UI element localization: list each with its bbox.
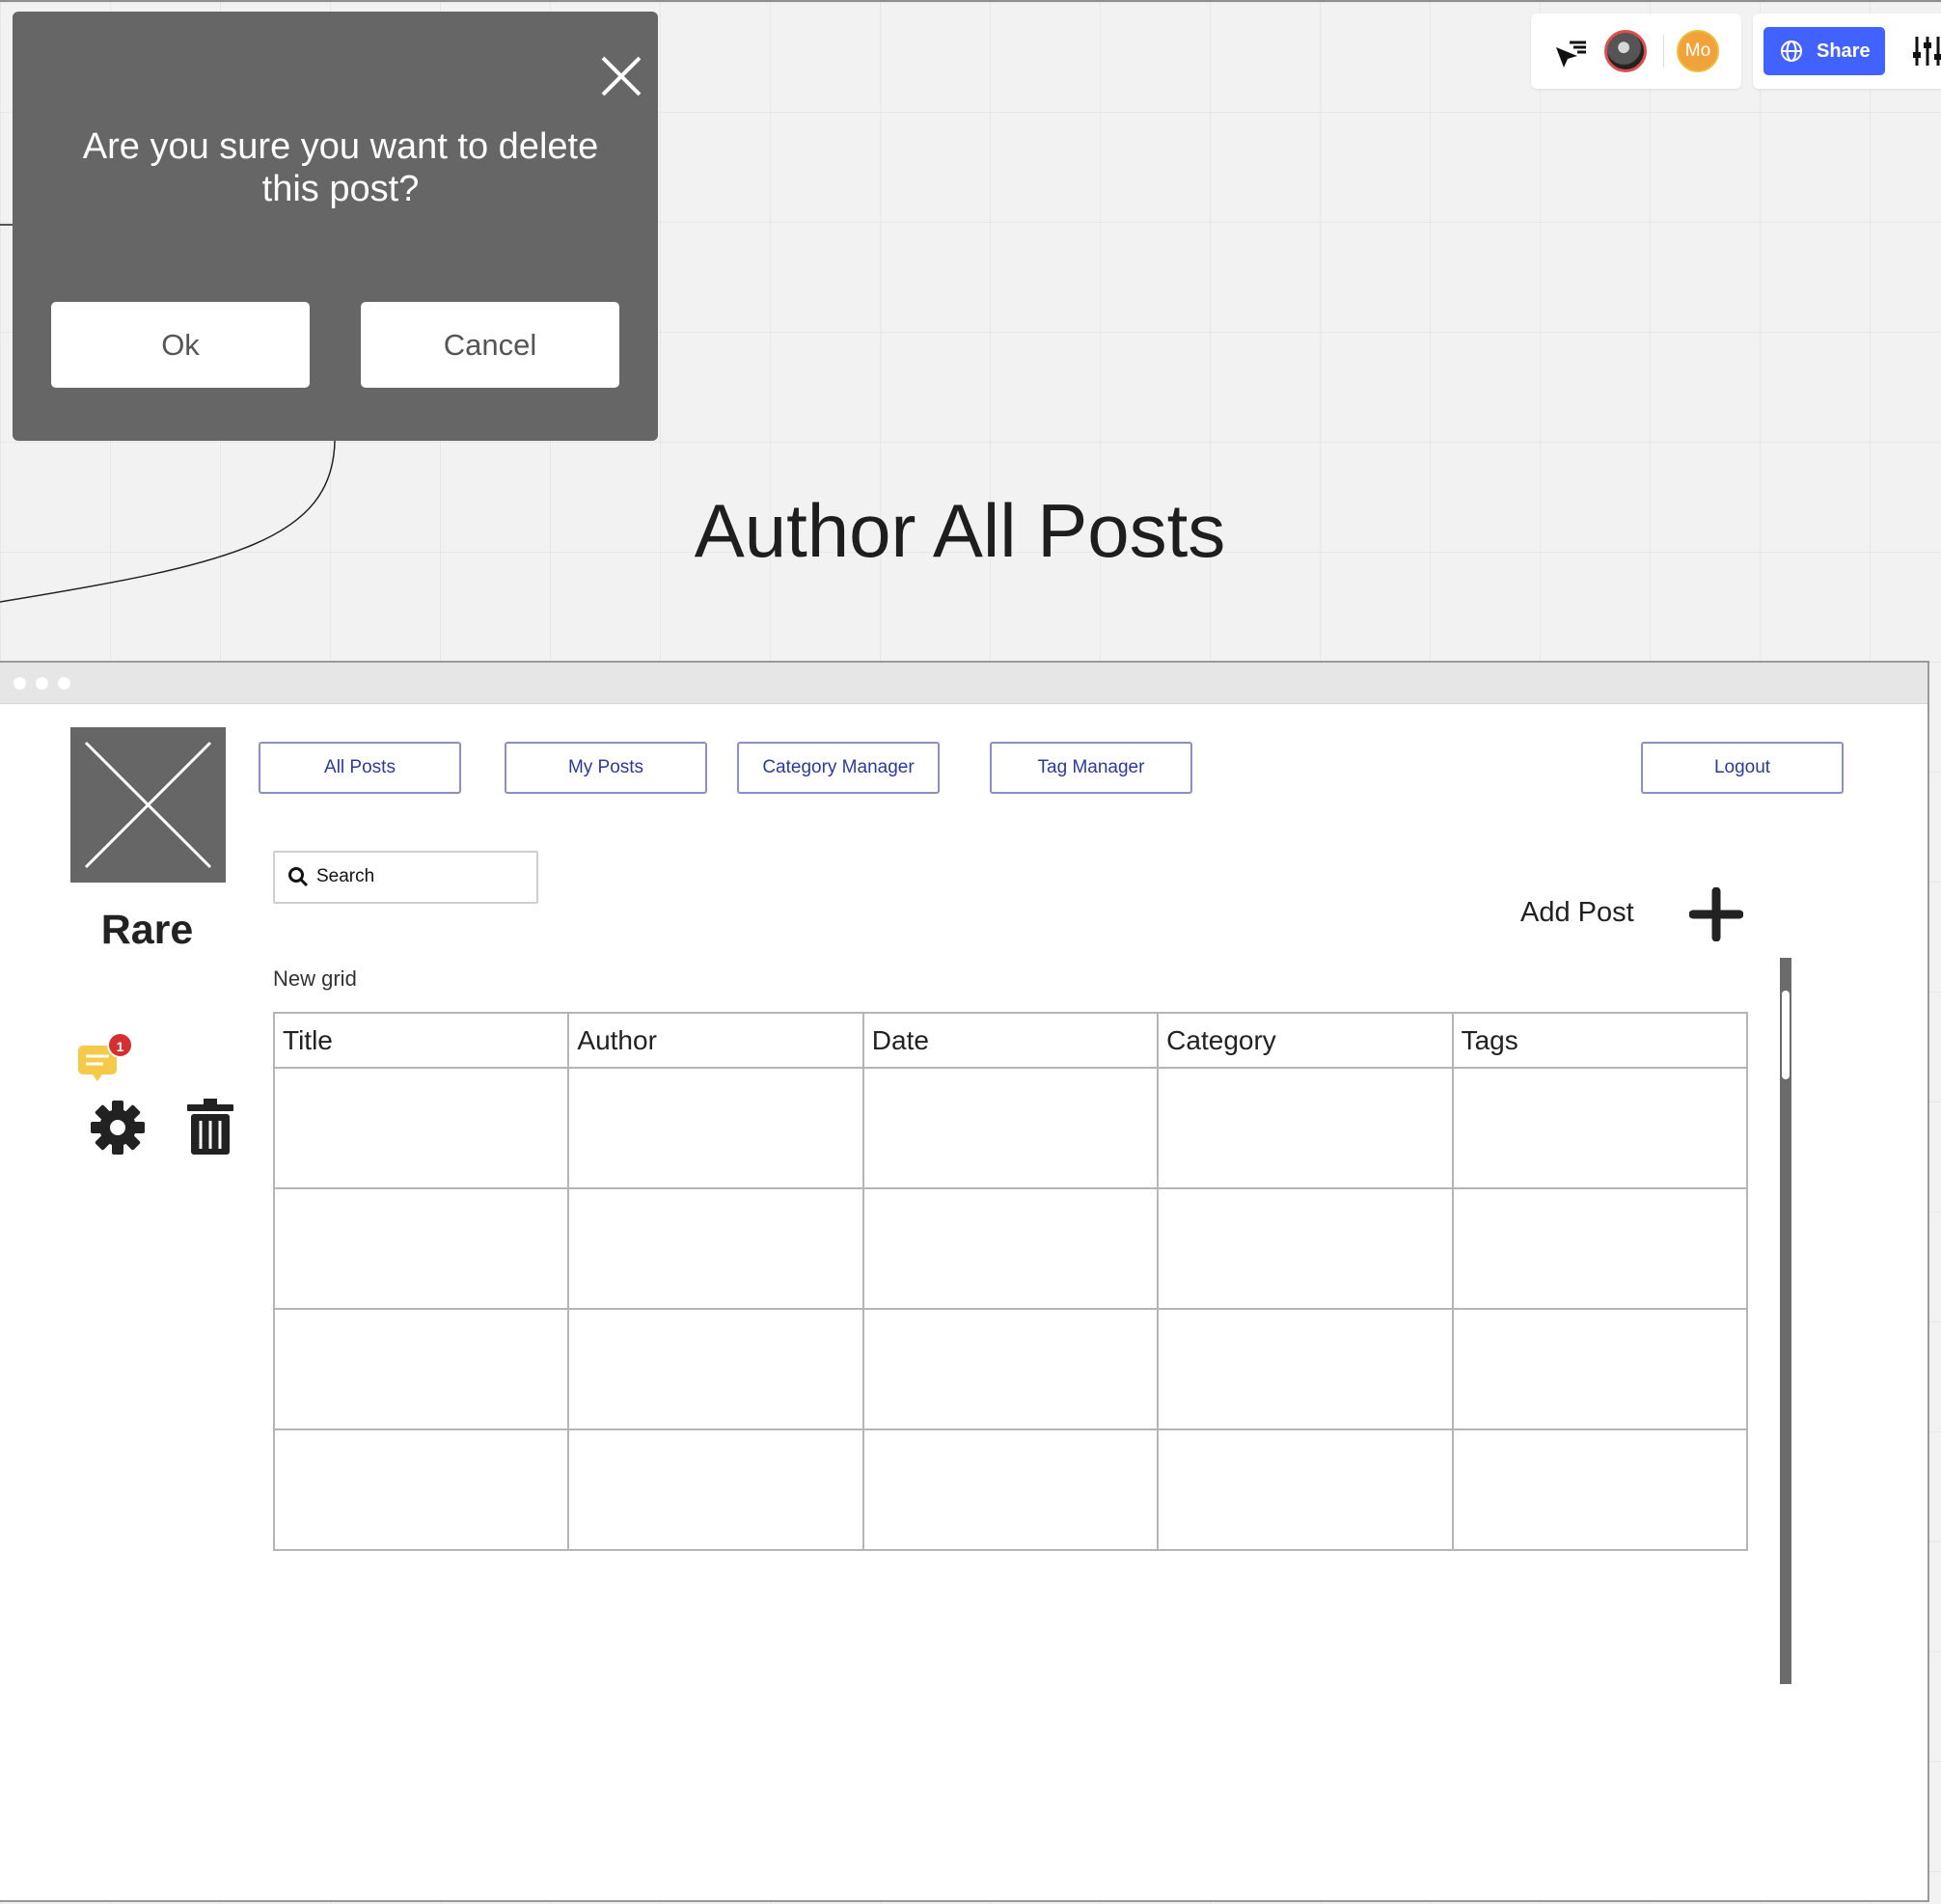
gear-icon[interactable]	[90, 1100, 146, 1156]
share-button[interactable]: Share	[1763, 27, 1885, 75]
column-header[interactable]: Tags	[1451, 1012, 1749, 1069]
column-header[interactable]: Author	[567, 1012, 864, 1069]
table-row[interactable]	[272, 1428, 1749, 1551]
table-cell	[567, 1187, 864, 1310]
nav-my-posts[interactable]: My Posts	[505, 742, 707, 794]
add-post-label: Add Post	[1520, 897, 1634, 928]
table-cell	[1157, 1428, 1454, 1551]
share-button-label: Share	[1817, 41, 1871, 62]
globe-icon	[1781, 41, 1802, 62]
table-cell	[1451, 1187, 1749, 1310]
close-icon[interactable]	[597, 52, 645, 100]
table-cell	[1157, 1187, 1454, 1310]
posts-table: Title Author Date Category Tags	[272, 1012, 1749, 1551]
table-cell	[272, 1067, 570, 1189]
table-cell	[1451, 1067, 1749, 1189]
trash-icon[interactable]	[185, 1098, 235, 1156]
table-cell	[861, 1308, 1160, 1430]
frame-title: Author All Posts	[694, 488, 1226, 573]
browser-wireframe: Rare All Posts My Posts Category Manager…	[0, 661, 1929, 1902]
table-cell	[1157, 1067, 1454, 1189]
table-cell	[861, 1067, 1160, 1189]
column-header[interactable]: Date	[861, 1012, 1160, 1069]
table-row[interactable]	[272, 1187, 1749, 1310]
search-placeholder: Search	[316, 866, 375, 886]
grid-label: New grid	[273, 966, 357, 991]
column-header[interactable]: Category	[1157, 1012, 1454, 1069]
table-cell	[272, 1428, 570, 1551]
ok-button[interactable]: Ok	[51, 302, 310, 388]
table-cell	[861, 1187, 1160, 1310]
table-cell	[1451, 1308, 1749, 1430]
table-cell	[1451, 1428, 1749, 1551]
search-input[interactable]: Search	[273, 851, 538, 904]
window-dot	[14, 677, 26, 690]
column-header[interactable]: Title	[272, 1012, 570, 1069]
plus-icon[interactable]	[1689, 887, 1743, 941]
browser-chrome	[0, 663, 1927, 704]
table-cell	[567, 1067, 864, 1189]
cursor-filter-icon[interactable]	[1552, 35, 1589, 71]
brand-name: Rare	[100, 907, 194, 953]
table-cell	[567, 1428, 864, 1551]
window-dot	[36, 677, 48, 690]
table-header-row: Title Author Date Category Tags	[272, 1012, 1749, 1069]
nav-tag-manager[interactable]: Tag Manager	[990, 742, 1192, 794]
window-dot	[58, 677, 70, 690]
table-cell	[1157, 1308, 1454, 1430]
table-cell	[272, 1187, 570, 1310]
logout-button[interactable]: Logout	[1641, 742, 1844, 794]
scrollbar-thumb[interactable]	[1782, 991, 1790, 1079]
delete-confirm-dialog: Are you sure you want to delete this pos…	[13, 12, 658, 441]
user-avatar-initials[interactable]: Mo	[1677, 30, 1719, 72]
collaboration-toolbar: Mo	[1531, 14, 1741, 89]
notification-badge: 1	[107, 1032, 133, 1058]
nav-category-manager[interactable]: Category Manager	[737, 742, 940, 794]
logo-placeholder	[70, 727, 226, 883]
table-cell	[567, 1308, 864, 1430]
sliders-icon[interactable]	[1912, 35, 1941, 68]
search-icon	[288, 867, 309, 887]
user-avatar-photo[interactable]	[1604, 30, 1647, 72]
table-row[interactable]	[272, 1067, 1749, 1189]
dialog-message: Are you sure you want to delete this pos…	[82, 126, 599, 209]
table-cell	[861, 1428, 1160, 1551]
table-cell	[272, 1308, 570, 1430]
nav-all-posts[interactable]: All Posts	[259, 742, 461, 794]
table-row[interactable]	[272, 1308, 1749, 1430]
share-toolbar: Share	[1753, 14, 1941, 89]
toolbar-divider	[1663, 35, 1664, 68]
cancel-button[interactable]: Cancel	[361, 302, 619, 388]
